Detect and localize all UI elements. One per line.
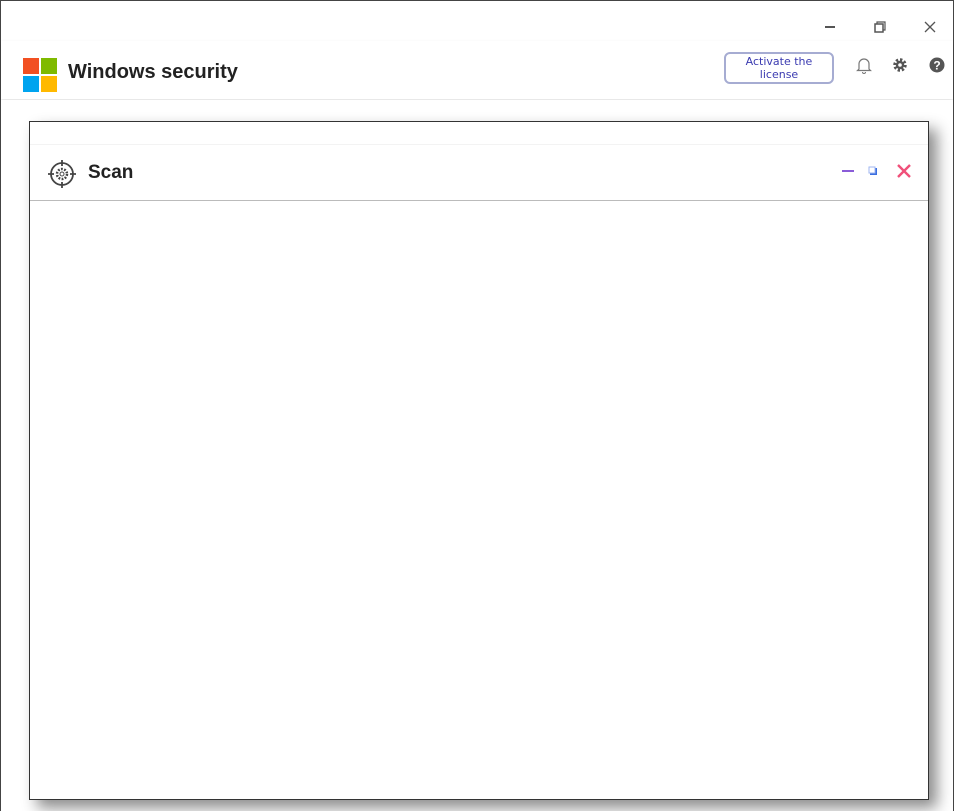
help-icon[interactable]: ? xyxy=(927,55,947,75)
app-header: Windows security Activate the license ? xyxy=(1,41,953,99)
dialog-title: Scan xyxy=(88,162,134,183)
bell-icon[interactable] xyxy=(854,55,874,75)
scan-dialog: Scan xyxy=(29,121,929,800)
svg-text:?: ? xyxy=(933,59,940,73)
dialog-maximize-button[interactable] xyxy=(863,161,883,181)
windows-logo xyxy=(23,58,57,92)
window-restore-button[interactable] xyxy=(862,11,898,43)
dialog-body xyxy=(30,202,928,799)
dialog-header: Scan xyxy=(30,144,928,201)
dialog-close-button[interactable] xyxy=(894,161,914,181)
app-title: Windows security xyxy=(68,61,238,83)
gear-icon[interactable] xyxy=(890,55,910,75)
window-minimize-button[interactable] xyxy=(812,11,848,43)
window-close-button[interactable] xyxy=(912,11,948,43)
dialog-minimize-button[interactable] xyxy=(838,161,858,181)
scan-target-gear-icon xyxy=(48,160,76,193)
activate-license-button[interactable]: Activate the license xyxy=(724,52,834,84)
